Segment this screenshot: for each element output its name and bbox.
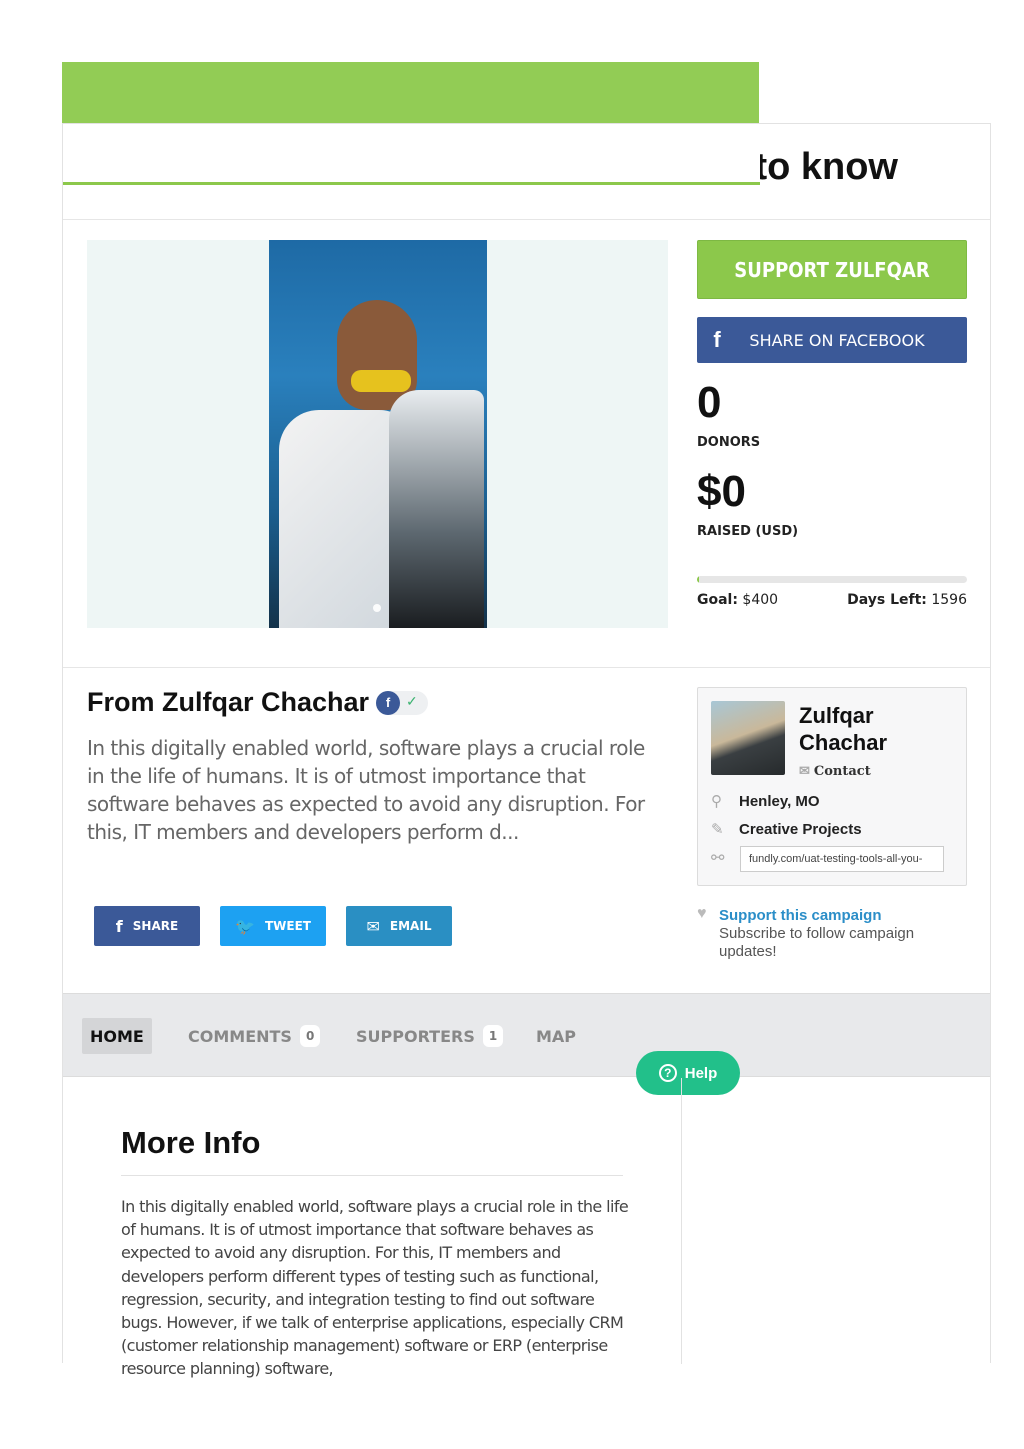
comments-count-badge: 0	[299, 1025, 321, 1047]
share-label: SHARE	[132, 919, 179, 933]
location-row: ⚲ Henley, MO	[711, 792, 820, 810]
campaign-photo	[269, 240, 487, 628]
goal-label: Goal:	[697, 592, 738, 608]
twitter-icon: 🐦	[235, 916, 255, 936]
funding-progress-fill	[697, 576, 700, 583]
tab-home[interactable]: HOME	[82, 1018, 152, 1054]
tweet-button[interactable]: 🐦 TWEET	[220, 906, 326, 946]
tab-supporters-label: SUPPORTERS	[356, 1026, 475, 1046]
check-icon: ✓	[406, 693, 418, 709]
title-underline	[63, 182, 760, 185]
divider	[63, 667, 990, 668]
facebook-verified-badge[interactable]: f ✓	[376, 691, 428, 715]
funding-progress-bar	[697, 576, 967, 583]
share-on-facebook-button[interactable]: f SHARE ON FACEBOOK	[697, 317, 967, 363]
more-info-divider	[121, 1175, 623, 1176]
question-icon: ?	[658, 1064, 677, 1082]
campaign-card: to know SUPPORT ZULFQAR f SHARE ON FACEB…	[62, 123, 991, 1378]
tab-supporters[interactable]: SUPPORTERS 1	[356, 1018, 504, 1054]
tab-comments[interactable]: COMMENTS 0	[188, 1018, 321, 1054]
email-button[interactable]: ✉ EMAIL	[346, 906, 452, 946]
organizer-profile-card: Zulfqar Chachar ✉ Contact ⚲ Henley, MO ✎ Cr…	[697, 687, 967, 886]
follow-subtext: Subscribe to follow campaign updates!	[719, 925, 915, 960]
goal-value: $400	[742, 592, 779, 608]
map-pin-icon: ⚲	[711, 793, 722, 810]
help-button[interactable]: ? Help	[636, 1051, 740, 1095]
share-on-facebook-label: SHARE ON FACEBOOK	[749, 330, 925, 350]
supporters-count-badge: 1	[482, 1025, 504, 1047]
tab-map-label: MAP	[536, 1026, 577, 1046]
raised-amount: $0	[697, 467, 746, 516]
avatar[interactable]	[711, 701, 785, 775]
location-text: Henley, MO	[739, 793, 820, 810]
tab-map[interactable]: MAP	[536, 1018, 576, 1054]
more-info-heading: More Info	[121, 1125, 261, 1160]
category-row: ✎ Creative Projects	[711, 820, 862, 838]
story-summary: In this digitally enabled world, softwar…	[87, 736, 645, 844]
support-button[interactable]: SUPPORT ZULFQAR	[697, 240, 967, 299]
story-heading: From Zulfqar Chachar	[87, 687, 370, 717]
heart-icon: ♥	[697, 905, 707, 922]
donors-label: DONORS	[697, 435, 761, 450]
envelope-icon: ✉	[799, 764, 810, 779]
donors-count: 0	[697, 378, 722, 427]
campaign-image-carousel[interactable]	[87, 240, 668, 628]
campaign-tabs: HOME COMMENTS 0 SUPPORTERS 1 MAP	[63, 993, 990, 1077]
campaign-title-row: to know	[63, 124, 990, 220]
facebook-icon: f	[713, 327, 721, 352]
help-label: Help	[684, 1064, 718, 1082]
envelope-icon: ✉	[366, 916, 380, 936]
facebook-icon: f	[376, 691, 400, 715]
pencil-icon: ✎	[711, 821, 724, 838]
goal: Goal: $400	[697, 592, 778, 608]
campaign-title: to know	[754, 146, 898, 188]
carousel-dot[interactable]	[373, 604, 381, 612]
tweet-label: TWEET	[264, 919, 311, 933]
tab-comments-label: COMMENTS	[188, 1026, 292, 1046]
facebook-icon: f	[115, 916, 123, 936]
raised-label: RAISED (USD)	[697, 524, 799, 539]
tab-home-label: HOME	[90, 1026, 144, 1046]
contact-link[interactable]: ✉ Contact	[799, 764, 871, 779]
days-left: Days Left: 1596	[847, 592, 967, 608]
campaign-url-field[interactable]: fundly.com/uat-testing-tools-all-you-	[740, 846, 944, 872]
email-label: EMAIL	[389, 919, 432, 933]
contact-label: Contact	[813, 764, 871, 779]
more-info-body: In this digitally enabled world, softwar…	[121, 1197, 629, 1379]
support-campaign-link[interactable]: Support this campaign	[719, 907, 882, 924]
days-left-label: Days Left:	[847, 592, 927, 608]
days-left-value: 1596	[931, 592, 967, 608]
column-divider	[681, 1078, 682, 1364]
organizer-name[interactable]: Zulfqar Chachar	[799, 702, 959, 756]
share-facebook-button[interactable]: f SHARE	[94, 906, 200, 946]
link-icon: ⚯	[711, 850, 725, 867]
top-banner	[62, 62, 759, 123]
title-overlay	[63, 124, 760, 184]
category-text: Creative Projects	[739, 821, 862, 838]
